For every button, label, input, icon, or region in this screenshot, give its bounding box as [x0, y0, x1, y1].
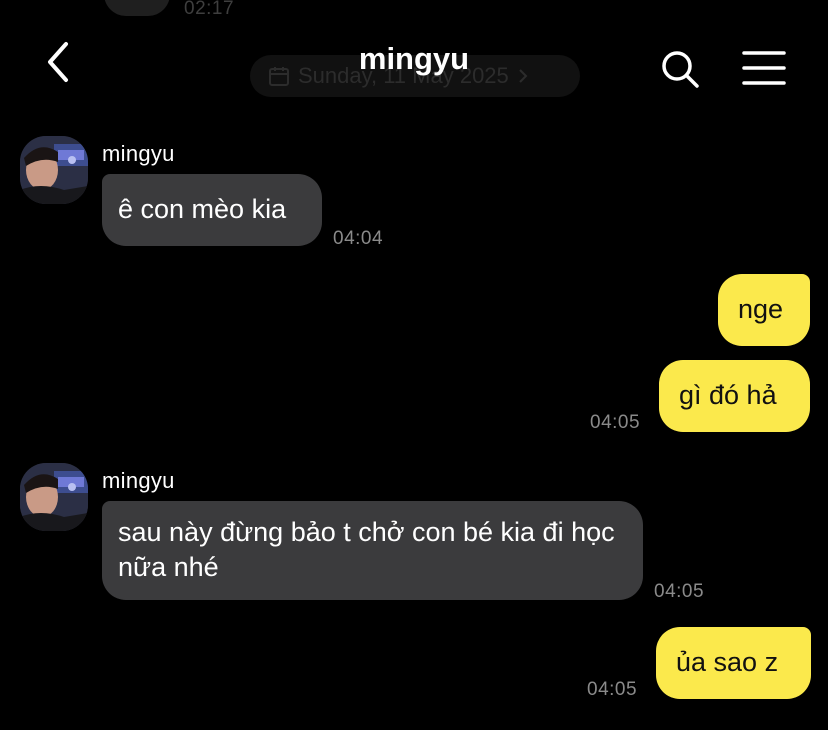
message-bubble-outgoing[interactable]: gì đó hả [659, 360, 810, 432]
message-bubble-outgoing[interactable]: ủa sao z [656, 627, 811, 699]
message-time: 04:04 [333, 228, 384, 249]
message-bubble-outgoing[interactable]: nge [718, 274, 810, 346]
avatar[interactable] [20, 463, 88, 531]
message-bubble-incoming[interactable]: sau này đừng bảo t chở con bé kia đi học… [102, 501, 643, 600]
avatar[interactable] [20, 136, 88, 204]
message-time: 04:05 [587, 679, 638, 700]
avatar-photo [20, 463, 88, 531]
message-text: nge [738, 294, 784, 324]
chat-screen: 02:17 Sunday, 11 May 2025 mingyu mingyu … [0, 0, 828, 730]
avatar-photo [20, 136, 88, 204]
search-icon[interactable] [660, 49, 700, 89]
message-time: 04:05 [590, 412, 641, 433]
sender-name: mingyu [102, 141, 175, 166]
previous-message-time: 02:17 [184, 0, 235, 19]
message-text: gì đó hả [679, 380, 777, 410]
message-bubble-incoming[interactable]: ê con mèo kia [102, 174, 322, 246]
chat-title: mingyu [358, 41, 470, 76]
message-text: ủa sao z [676, 647, 779, 677]
previous-message-bubble[interactable] [104, 0, 170, 16]
hamburger-menu-icon[interactable] [741, 49, 787, 87]
message-text: sau này đừng bảo t chở con bé kia đi học… [118, 517, 615, 582]
sender-name: mingyu [102, 468, 175, 493]
message-text: ê con mèo kia [118, 194, 287, 224]
message-time: 04:05 [654, 581, 705, 602]
